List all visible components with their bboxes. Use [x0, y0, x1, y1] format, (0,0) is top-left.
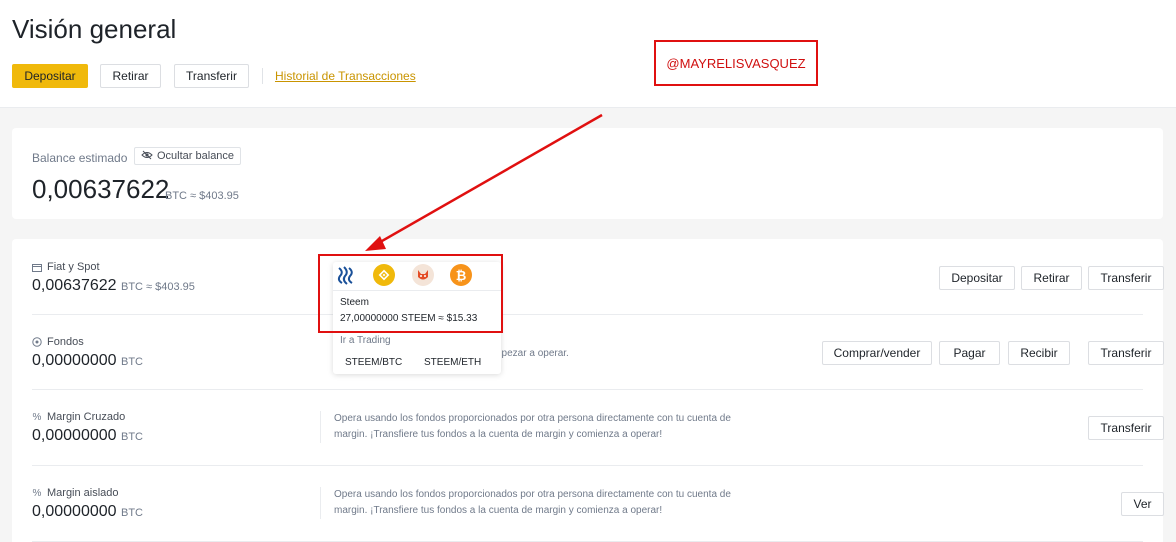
fiat-transfer-button[interactable]: Transferir	[1088, 266, 1164, 290]
account-title: Fondos	[47, 336, 84, 348]
account-row-isolated-margin: % Margin aislado 0,00000000 BTC Opera us…	[32, 487, 1164, 542]
withdraw-button[interactable]: Retirar	[100, 64, 161, 88]
account-row-fiat-spot: Fiat y Spot 0,00637622 BTC ≈ $403.95 Dep…	[32, 261, 1164, 315]
account-description: Opera usando los fondos proporcionados p…	[320, 411, 731, 443]
divider	[262, 68, 263, 84]
account-description: Opera usando los fondos proporcionados p…	[320, 487, 731, 519]
percent-icon: %	[32, 411, 42, 423]
highlight-box-annotation	[318, 254, 503, 333]
pair-steem-eth-link[interactable]: STEEM/ETH	[424, 357, 481, 368]
pair-steem-btc-link[interactable]: STEEM/BTC	[345, 357, 402, 368]
eye-off-icon	[141, 150, 153, 163]
account-value: 0,00637622 BTC ≈ $403.95	[32, 277, 195, 294]
header-bar: Visión general Depositar Retirar Transfe…	[0, 0, 1176, 108]
transfer-button[interactable]: Transferir	[174, 64, 249, 88]
account-title: Margin Cruzado	[47, 411, 126, 423]
balance-sub: BTC ≈ $403.95	[165, 190, 239, 202]
hide-balance-label: Ocultar balance	[157, 150, 235, 162]
account-value: 0,00000000 BTC	[32, 352, 143, 369]
user-tag-annotation: @MAYRELISVASQUEZ	[654, 40, 818, 86]
go-to-trading-label: Ir a Trading	[340, 335, 391, 346]
account-value: 0,00000000 BTC	[32, 427, 143, 444]
percent-icon: %	[32, 487, 42, 499]
buy-sell-button[interactable]: Comprar/vender	[822, 341, 932, 365]
account-row-funding: Fondos 0,00000000 BTC ra empezar a opera…	[32, 336, 1164, 390]
page-title: Visión general	[12, 14, 177, 44]
account-row-cross-margin: % Margin Cruzado 0,00000000 BTC Opera us…	[32, 411, 1164, 466]
account-value: 0,00000000 BTC	[32, 503, 143, 520]
pay-button[interactable]: Pagar	[939, 341, 1000, 365]
coin-circle-icon	[32, 337, 42, 347]
balance-card: Balance estimado Ocultar balance 0,00637…	[12, 128, 1163, 219]
deposit-button[interactable]: Depositar	[12, 64, 88, 88]
account-title: Fiat y Spot	[47, 261, 100, 273]
accounts-card: Fiat y Spot 0,00637622 BTC ≈ $403.95 Dep…	[12, 239, 1164, 542]
balance-label: Balance estimado	[32, 151, 128, 165]
view-button[interactable]: Ver	[1121, 492, 1164, 516]
fiat-deposit-button[interactable]: Depositar	[939, 266, 1015, 290]
balance-value: 0,00637622	[32, 174, 170, 204]
transaction-history-link[interactable]: Historial de Transacciones	[275, 69, 416, 83]
receive-button[interactable]: Recibir	[1008, 341, 1070, 365]
account-title: Margin aislado	[47, 487, 119, 499]
wallet-icon	[32, 262, 42, 272]
funding-transfer-button[interactable]: Transferir	[1088, 341, 1164, 365]
cross-margin-transfer-button[interactable]: Transferir	[1088, 416, 1164, 440]
fiat-withdraw-button[interactable]: Retirar	[1021, 266, 1082, 290]
hide-balance-button[interactable]: Ocultar balance	[134, 147, 242, 165]
